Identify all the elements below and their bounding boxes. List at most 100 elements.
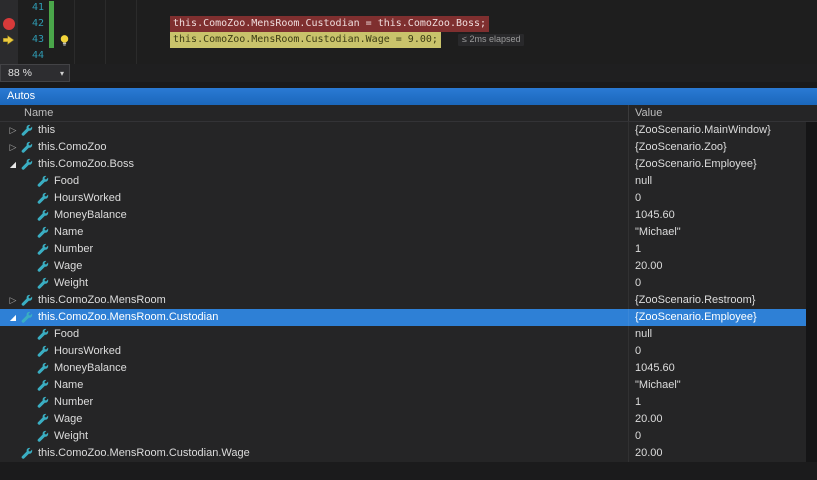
variable-name: Name bbox=[54, 377, 83, 394]
expander-icon[interactable]: ▷ bbox=[6, 122, 20, 139]
autos-panel: Autos Name Value ▷ this {ZooScenario.MainW… bbox=[0, 88, 817, 480]
breakpoint-margin[interactable] bbox=[0, 48, 18, 64]
variable-name: Wage bbox=[54, 258, 82, 275]
autos-row[interactable]: ▷ this.ComoZoo {ZooScenario.Zoo} bbox=[0, 139, 817, 156]
autos-row[interactable]: ◢ this.ComoZoo.Boss {ZooScenario.Employee} bbox=[0, 156, 817, 173]
variable-value: {ZooScenario.Restroom} bbox=[628, 292, 817, 309]
property-icon bbox=[20, 294, 33, 307]
autos-row[interactable]: Number 1 bbox=[0, 394, 817, 411]
autos-row[interactable]: MoneyBalance1045.60 bbox=[0, 207, 817, 224]
autos-row[interactable]: Number1 bbox=[0, 241, 817, 258]
property-icon bbox=[36, 396, 49, 409]
property-icon bbox=[36, 209, 49, 222]
variable-value: 0 bbox=[628, 428, 817, 445]
value-column-header column-resize-handle[interactable]: Value bbox=[628, 105, 817, 121]
variable-value: 1 bbox=[628, 241, 817, 258]
property-icon bbox=[20, 124, 33, 137]
property-icon bbox=[36, 243, 49, 256]
variable-value: null bbox=[628, 326, 817, 343]
variable-value: "Michael" bbox=[628, 224, 817, 241]
line-number: 41 bbox=[18, 0, 48, 16]
expander-icon[interactable]: ◢ bbox=[6, 156, 20, 173]
property-icon bbox=[20, 141, 33, 154]
autos-row[interactable]: ▷ this {ZooScenario.MainWindow} bbox=[0, 122, 817, 139]
code-text[interactable]: this.ComoZoo.MensRoom.Custodian = this.C… bbox=[48, 16, 817, 32]
editor-status-bar: 88 % ▾ bbox=[0, 64, 817, 82]
breakpoint-code-line: this.ComoZoo.MensRoom.Custodian = this.C… bbox=[170, 16, 489, 32]
property-icon bbox=[36, 362, 49, 375]
variable-name: MoneyBalance bbox=[54, 360, 127, 377]
panel-bottom-edge bbox=[0, 462, 817, 480]
property-icon bbox=[36, 260, 49, 273]
editor-line: 42 this.ComoZoo.MensRoom.Custodian = thi… bbox=[0, 16, 817, 32]
code-text[interactable]: this.ComoZoo.MensRoom.Custodian.Wage = 9… bbox=[48, 32, 817, 48]
variable-value: 20.00 bbox=[628, 411, 817, 428]
autos-row[interactable]: Wage 20.00 bbox=[0, 258, 817, 275]
breakpoint-icon[interactable] bbox=[3, 18, 15, 30]
code-line bbox=[170, 0, 176, 16]
variable-value: {ZooScenario.Zoo} bbox=[628, 139, 817, 156]
autos-row[interactable]: ◢ this.ComoZoo.MensRoom.Custodian {ZooScen… bbox=[0, 309, 817, 326]
autos-row[interactable]: ▷this.ComoZoo.MensRoom{ZooScenario.Restr… bbox=[0, 292, 817, 309]
expander-icon[interactable]: ◢ bbox=[6, 309, 20, 326]
variable-name: Weight bbox=[54, 428, 88, 445]
autos-rows: ▷this{ZooScenario.MainWindow}▷this.ComoZ… bbox=[0, 122, 817, 462]
property-icon bbox=[36, 345, 49, 358]
variable-value: {ZooScenario.Employee} bbox=[628, 156, 817, 173]
variable-value: null bbox=[628, 173, 817, 190]
expander-icon[interactable]: ▷ bbox=[6, 139, 20, 156]
property-icon bbox=[20, 311, 33, 324]
autos-row[interactable]: MoneyBalance1045.60 bbox=[0, 360, 817, 377]
variable-value: 0 bbox=[628, 275, 817, 292]
variable-name: Food bbox=[54, 326, 79, 343]
breakpoint-margin[interactable] bbox=[0, 32, 18, 48]
code-text[interactable] bbox=[48, 48, 817, 64]
zoom-level: 88 % bbox=[8, 67, 32, 79]
property-icon bbox=[36, 175, 49, 188]
autos-row[interactable]: Wage20.00 bbox=[0, 411, 817, 428]
line-number: 42 bbox=[18, 16, 48, 32]
variable-name: Number bbox=[54, 394, 93, 411]
variable-name: this.ComoZoo.MensRoom.Custodian.Wage bbox=[38, 445, 250, 462]
autos-panel-header[interactable]: Autos bbox=[0, 88, 817, 105]
zoom-dropdown-caret-icon[interactable]: ▾ bbox=[60, 69, 64, 78]
variable-value: 20.00 bbox=[628, 258, 817, 275]
code-text[interactable] bbox=[48, 0, 817, 16]
autos-row[interactable]: this.ComoZoo.MensRoom.Custodian.Wage20.0… bbox=[0, 445, 817, 462]
variable-name: Food bbox=[54, 173, 79, 190]
property-icon bbox=[36, 226, 49, 239]
variable-name: this bbox=[38, 122, 55, 139]
variable-name: this.ComoZoo.Boss bbox=[38, 156, 134, 173]
zoom-control[interactable]: 88 % ▾ bbox=[0, 64, 70, 82]
variable-value: 1 bbox=[628, 394, 817, 411]
property-icon bbox=[20, 447, 33, 460]
property-icon bbox=[36, 379, 49, 392]
code-editor[interactable]: 41 42 this.ComoZoo.MensRoom.Custodian = … bbox=[0, 0, 817, 64]
editor-line: 41 bbox=[0, 0, 817, 16]
code-line bbox=[170, 48, 176, 64]
autos-row[interactable]: Weight0 bbox=[0, 275, 817, 292]
property-icon bbox=[36, 413, 49, 426]
autos-row[interactable]: HoursWorked0 bbox=[0, 190, 817, 207]
autos-row[interactable]: HoursWorked0 bbox=[0, 343, 817, 360]
editor-line: 44 bbox=[0, 48, 817, 64]
autos-row[interactable]: Name"Michael" bbox=[0, 224, 817, 241]
property-icon bbox=[20, 158, 33, 171]
variable-value: 0 bbox=[628, 190, 817, 207]
breakpoint-margin[interactable] bbox=[0, 0, 18, 16]
variable-name: HoursWorked bbox=[54, 343, 121, 360]
vertical-scrollbar[interactable] bbox=[806, 122, 817, 462]
autos-row[interactable]: Food null bbox=[0, 173, 817, 190]
breakpoint-margin[interactable] bbox=[0, 16, 18, 32]
autos-row[interactable]: Weight 0 bbox=[0, 428, 817, 445]
property-icon bbox=[36, 430, 49, 443]
variable-value: {ZooScenario.MainWindow} bbox=[628, 122, 817, 139]
variable-value: {ZooScenario.Employee} bbox=[628, 309, 817, 326]
variable-name: this.ComoZoo.MensRoom.Custodian bbox=[38, 309, 218, 326]
autos-row[interactable]: Name"Michael" bbox=[0, 377, 817, 394]
expander-icon[interactable]: ▷ bbox=[6, 292, 20, 309]
lightbulb-icon[interactable] bbox=[58, 34, 71, 47]
perf-tip[interactable]: ≤ 2ms elapsed bbox=[458, 34, 524, 46]
autos-row[interactable]: Food null bbox=[0, 326, 817, 343]
variable-name: this.ComoZoo bbox=[38, 139, 106, 156]
